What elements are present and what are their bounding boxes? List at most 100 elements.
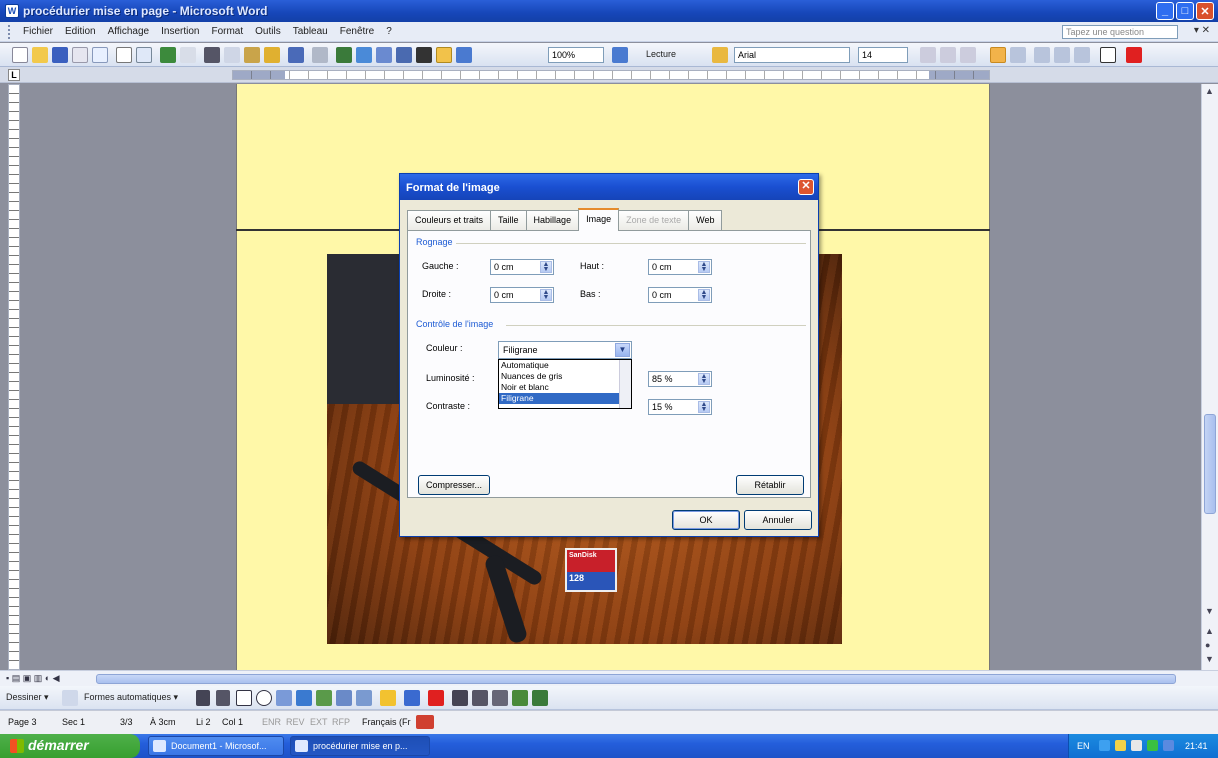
option-nuances-gris[interactable]: Nuances de gris <box>499 371 631 382</box>
copy-icon[interactable] <box>224 47 240 63</box>
tray-security-icon[interactable] <box>1147 740 1158 751</box>
luminosite-spinner[interactable]: 85 % ▲ ▼ <box>648 371 712 387</box>
numbering-icon[interactable] <box>1034 47 1050 63</box>
spinner-arrows-icon[interactable]: ▲ ▼ <box>540 261 552 273</box>
help-icon[interactable] <box>612 47 628 63</box>
line-color-icon[interactable] <box>404 690 420 706</box>
tab-habillage[interactable]: Habillage <box>525 210 580 230</box>
taskbar-item-procedurier[interactable]: procédurier mise en p... <box>290 736 430 756</box>
font-size-combo[interactable]: 14 <box>858 47 908 63</box>
haut-spinner[interactable]: 0 cm ▲ ▼ <box>648 259 712 275</box>
horizontal-scrollbar[interactable]: ▪ ▤ ▣ ▥ ◐ ◀ <box>0 670 1218 686</box>
text-box-icon[interactable] <box>276 690 292 706</box>
dropdown-scrollbar[interactable] <box>619 360 631 408</box>
menu-insertion[interactable]: Insertion <box>155 26 205 37</box>
status-ext[interactable]: EXT <box>310 717 328 727</box>
menu-edition[interactable]: Edition <box>59 26 102 37</box>
insert-excel-icon[interactable] <box>396 47 412 63</box>
status-rev[interactable]: REV <box>286 717 305 727</box>
email-icon[interactable] <box>92 47 108 63</box>
rectangle-icon[interactable] <box>236 690 252 706</box>
close-window-button[interactable]: ✕ <box>1196 2 1214 20</box>
reading-mode-button[interactable]: Lecture <box>646 49 676 59</box>
menu-affichage[interactable]: Affichage <box>102 26 156 37</box>
format-painter-icon[interactable] <box>264 47 280 63</box>
align-left-icon[interactable] <box>990 47 1006 63</box>
vertical-ruler[interactable] <box>8 84 20 670</box>
word-app-icon[interactable]: W <box>5 4 19 18</box>
spinner-arrows-icon[interactable]: ▲ ▼ <box>698 373 710 385</box>
shadow-icon[interactable] <box>512 690 528 706</box>
indent-icon[interactable] <box>1074 47 1090 63</box>
spinner-arrows-icon[interactable]: ▲ ▼ <box>698 401 710 413</box>
fill-color-icon[interactable] <box>380 690 396 706</box>
tray-volume-icon[interactable] <box>1131 740 1142 751</box>
paste-icon[interactable] <box>244 47 260 63</box>
bas-spinner[interactable]: 0 cm ▲ ▼ <box>648 287 712 303</box>
dialog-close-button[interactable]: ✕ <box>798 179 814 195</box>
chevron-down-icon[interactable]: ▼ <box>615 343 630 357</box>
minimize-button[interactable]: _ <box>1156 2 1174 20</box>
document-map-icon[interactable] <box>456 47 472 63</box>
tray-network-icon[interactable] <box>1099 740 1110 751</box>
arrow-icon[interactable] <box>216 690 230 706</box>
bullets-icon[interactable] <box>1054 47 1070 63</box>
spinner-arrows-icon[interactable]: ▲ ▼ <box>698 289 710 301</box>
option-noir-blanc[interactable]: Noir et blanc <box>499 382 631 393</box>
view-buttons[interactable]: ▪ ▤ ▣ ▥ ◐ ◀ <box>6 673 60 684</box>
font-color-icon[interactable] <box>1126 47 1142 63</box>
italic-icon[interactable] <box>940 47 956 63</box>
annuler-button[interactable]: Annuler <box>744 510 812 530</box>
styles-pane-icon[interactable] <box>712 47 728 63</box>
next-page-icon[interactable]: ▼ <box>1205 654 1214 664</box>
wordart-icon[interactable] <box>296 690 312 706</box>
maximize-button[interactable]: □ <box>1176 2 1194 20</box>
vertical-scrollbar[interactable]: ▲ ▼ ▲ ● ▼ <box>1201 84 1218 670</box>
arrow-style-icon[interactable] <box>492 690 508 706</box>
cut-icon[interactable] <box>204 47 220 63</box>
formes-automatiques-menu[interactable]: Formes automatiques ▾ <box>84 692 178 703</box>
option-filigrane[interactable]: Filigrane <box>499 393 631 404</box>
line-icon[interactable] <box>196 690 210 706</box>
borders-icon[interactable] <box>1100 47 1116 63</box>
previous-page-icon[interactable]: ▲ <box>1205 626 1214 636</box>
dessiner-menu[interactable]: Dessiner ▾ <box>6 692 49 703</box>
vertical-scroll-thumb[interactable] <box>1204 414 1216 514</box>
tab-image[interactable]: Image <box>578 208 620 231</box>
menu-fichier[interactable]: Fichier <box>17 26 59 37</box>
diagram-icon[interactable] <box>316 690 332 706</box>
couleur-select[interactable]: Filigrane ▼ <box>498 341 632 359</box>
horizontal-scroll-thumb[interactable] <box>96 674 1176 684</box>
tab-taille[interactable]: Taille <box>490 210 527 230</box>
taskbar-item-document1[interactable]: Document1 - Microsof... <box>148 736 284 756</box>
menu-tableau[interactable]: Tableau <box>287 26 334 37</box>
document-close-button[interactable]: ▾ ✕ <box>1194 25 1210 36</box>
drawing-icon[interactable] <box>436 47 452 63</box>
tab-web[interactable]: Web <box>688 210 723 230</box>
browse-object-icon[interactable]: ● <box>1205 640 1210 650</box>
ask-question-input[interactable]: Tapez une question <box>1062 25 1178 39</box>
scroll-down-icon[interactable]: ▼ <box>1205 606 1214 616</box>
research-icon[interactable] <box>180 47 196 63</box>
status-rfp[interactable]: RFP <box>332 717 350 727</box>
tables-borders-icon[interactable] <box>356 47 372 63</box>
save-icon[interactable] <box>52 47 68 63</box>
tray-update-icon[interactable] <box>1115 740 1126 751</box>
undo-icon[interactable] <box>288 47 304 63</box>
compresser-button[interactable]: Compresser... <box>418 475 490 495</box>
insert-table-icon[interactable] <box>376 47 392 63</box>
line-style-icon[interactable] <box>452 690 468 706</box>
hyperlink-icon[interactable] <box>336 47 352 63</box>
print-icon[interactable] <box>116 47 132 63</box>
new-document-icon[interactable] <box>12 47 28 63</box>
open-folder-icon[interactable] <box>32 47 48 63</box>
status-enr[interactable]: ENR <box>262 717 281 727</box>
select-objects-icon[interactable] <box>62 690 78 706</box>
start-button[interactable]: démarrer <box>0 734 140 758</box>
draw-font-color-icon[interactable] <box>428 690 444 706</box>
spinner-arrows-icon[interactable]: ▲ ▼ <box>540 289 552 301</box>
status-language[interactable]: Français (Fr <box>362 717 411 727</box>
ok-button[interactable]: OK <box>672 510 740 530</box>
redo-icon[interactable] <box>312 47 328 63</box>
horizontal-ruler[interactable] <box>232 70 990 80</box>
